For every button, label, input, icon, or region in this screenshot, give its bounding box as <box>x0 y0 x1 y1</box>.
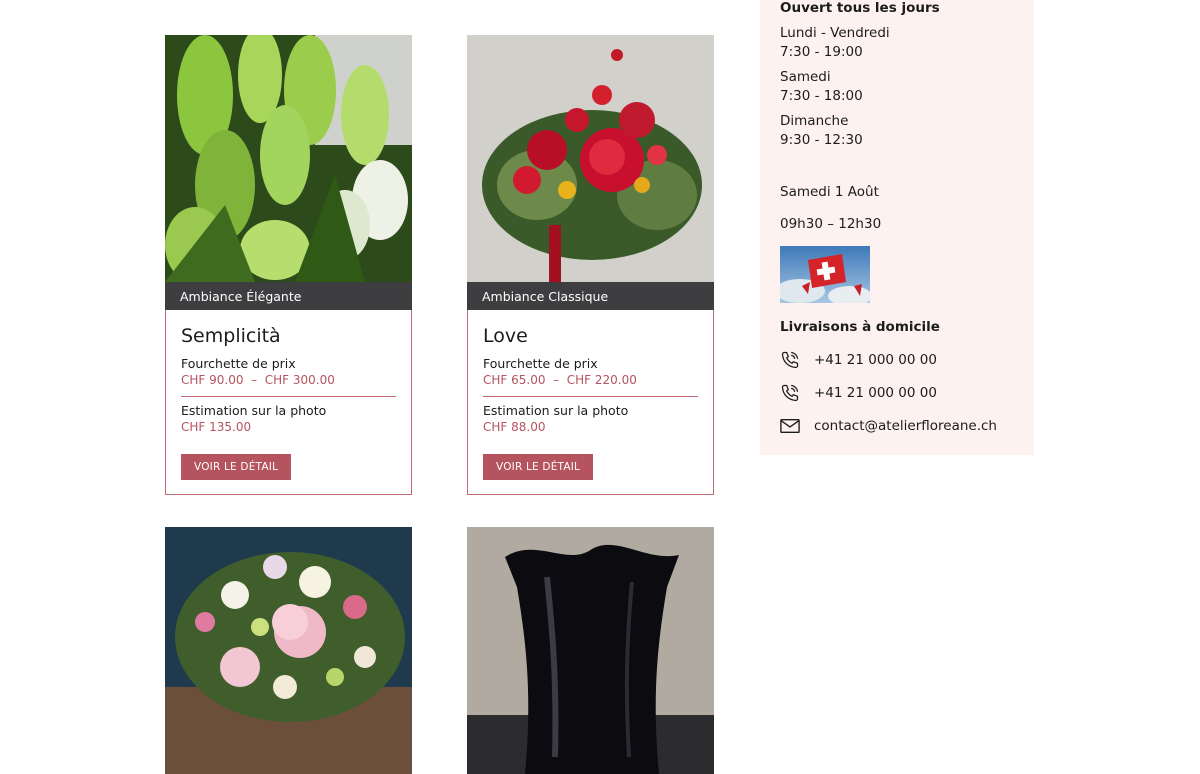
product-name: Love <box>483 325 528 347</box>
swiss-flag-image <box>780 246 870 303</box>
product-photo-vase[interactable] <box>467 527 714 774</box>
price-range: CHF 65.00 – CHF 220.00 <box>483 372 698 389</box>
phone-icon <box>781 384 799 401</box>
hours-block: Lundi - Vendredi 7:30 - 19:00 <box>780 24 1014 62</box>
hours-block: Samedi 7:30 - 18:00 <box>780 68 1014 106</box>
card-body: Love Fourchette de prix CHF 65.00 – CHF … <box>467 310 714 495</box>
special-day: Samedi 1 Août <box>780 184 879 200</box>
hours-day: Lundi - Vendredi <box>780 25 890 41</box>
hours-day: Dimanche <box>780 113 849 129</box>
product-card <box>165 527 412 774</box>
special-hours: 09h30 – 12h30 <box>780 216 882 232</box>
estimate-label: Estimation sur la photo <box>181 403 327 418</box>
product-card: Ambiance Classique Love Fourchette de pr… <box>467 35 714 495</box>
product-name: Semplicità <box>181 325 281 347</box>
price-range: CHF 90.00 – CHF 300.00 <box>181 372 396 389</box>
estimate-value: CHF 88.00 <box>483 420 546 434</box>
price-range-label: Fourchette de prix <box>483 356 598 371</box>
hours-day: Samedi <box>780 69 831 85</box>
price-high: CHF 220.00 <box>566 373 637 387</box>
email-row[interactable]: contact@atelierfloreane.ch <box>780 409 1014 442</box>
view-detail-button[interactable]: VOIR LE DÉTAIL <box>483 454 594 480</box>
view-detail-button[interactable]: VOIR LE DÉTAIL <box>181 454 292 480</box>
shop-info-panel: Ouvert tous les jours Lundi - Vendredi 7… <box>760 0 1034 455</box>
mail-icon <box>780 418 800 433</box>
ambiance-label: Ambiance Élégante <box>165 282 412 310</box>
hours-block: Dimanche 9:30 - 12:30 <box>780 112 1014 150</box>
email-link[interactable]: contact@atelierfloreane.ch <box>814 418 997 434</box>
estimate-label: Estimation sur la photo <box>483 403 629 418</box>
price-range-label: Fourchette de prix <box>181 356 296 371</box>
price-high: CHF 300.00 <box>264 373 335 387</box>
phone-row[interactable]: +41 21 000 00 00 <box>780 343 1014 376</box>
hours-time: 9:30 - 12:30 <box>780 132 863 148</box>
estimate-value: CHF 135.00 <box>181 420 252 434</box>
product-card <box>467 527 714 774</box>
card-body: Semplicità Fourchette de prix CHF 90.00 … <box>165 310 412 495</box>
divider <box>483 396 698 397</box>
price-separator: – <box>251 373 258 387</box>
price-low: CHF 65.00 <box>483 373 546 387</box>
hours-time: 7:30 - 19:00 <box>780 44 863 60</box>
ambiance-label: Ambiance Classique <box>467 282 714 310</box>
price-low: CHF 90.00 <box>181 373 244 387</box>
hours-time: 7:30 - 18:00 <box>780 88 863 104</box>
product-photo-lilies[interactable] <box>165 35 412 282</box>
product-photo-roses[interactable] <box>467 35 714 282</box>
phone-icon <box>781 351 799 368</box>
phone-row[interactable]: +41 21 000 00 00 <box>780 376 1014 409</box>
price-separator: – <box>553 373 560 387</box>
delivery-heading: Livraisons à domicile <box>780 319 940 335</box>
divider <box>181 396 396 397</box>
product-photo-peonies[interactable] <box>165 527 412 774</box>
product-card: Ambiance Élégante Semplicità Fourchette … <box>165 35 412 495</box>
phone-number[interactable]: +41 21 000 00 00 <box>814 385 937 401</box>
phone-number[interactable]: +41 21 000 00 00 <box>814 352 937 368</box>
opening-heading: Ouvert tous les jours <box>780 0 940 16</box>
